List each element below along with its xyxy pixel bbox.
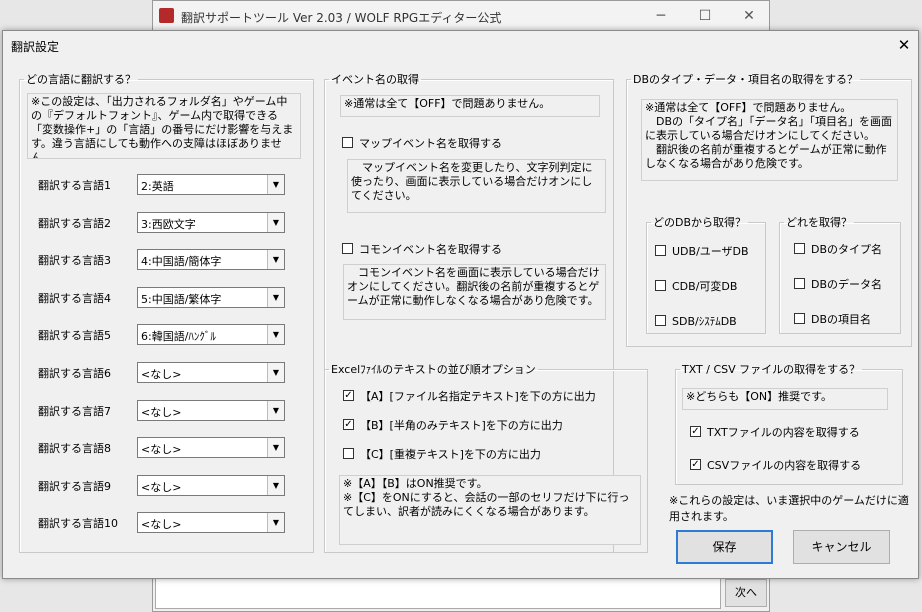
txt-csv-option-2-checkbox[interactable]: ✓ <box>690 459 701 470</box>
language-select-value: 6:韓国語/ﾊﾝｸﾞﾙ <box>141 330 216 344</box>
map-event-label[interactable]: マップイベント名を取得する <box>359 135 502 151</box>
chevron-down-icon[interactable]: ▼ <box>267 400 284 420</box>
map-event-note: マップイベント名を変更したり、文字列判定に使ったり、画面に表示している場合だけオ… <box>347 159 606 213</box>
cancel-button[interactable]: キャンセル <box>793 530 890 564</box>
language-row-label: 翻訳する言語9 <box>38 479 111 493</box>
excel-option-3-checkbox[interactable] <box>343 448 354 459</box>
db-item-3-label[interactable]: DBの項目名 <box>811 311 871 327</box>
event-group-legend: イベント名の取得 <box>331 73 419 86</box>
dialog-close-icon[interactable]: ✕ <box>893 34 915 56</box>
db-item-3-checkbox[interactable] <box>794 313 805 324</box>
chevron-down-icon[interactable]: ▼ <box>267 212 284 232</box>
language-select-9[interactable]: <なし> ▼ <box>137 474 285 496</box>
language-select-value: <なし> <box>141 405 182 419</box>
language-row-label: 翻訳する言語10 <box>38 517 118 531</box>
translation-settings-dialog: 翻訳設定 ✕ どの言語に翻訳する？ ※この設定は、「出力されるフォルダ名」やゲー… <box>2 30 919 579</box>
language-row-label: 翻訳する言語1 <box>38 179 111 192</box>
language-select-value: 3:西欧文字 <box>141 217 196 231</box>
txt-csv-option-2-label[interactable]: CSVファイルの内容を取得する <box>707 457 861 473</box>
txt-csv-option-1-checkbox[interactable]: ✓ <box>690 426 701 437</box>
dialog-title: 翻訳設定 <box>11 40 60 54</box>
db-item-2-checkbox[interactable] <box>794 278 805 289</box>
background-window-title: 翻訳サポートツール Ver 2.03 / WOLF RPGエディター公式 <box>181 11 502 25</box>
db-item-2-label[interactable]: DBのデータ名 <box>811 276 882 292</box>
excel-option-3-label[interactable]: 【C】[重複テキスト]を下の方に出力 <box>360 446 541 462</box>
next-button[interactable]: 次へ <box>725 579 767 607</box>
close-icon[interactable]: ✕ <box>739 7 759 25</box>
language-select-3[interactable]: 4:中国語/簡体字 ▼ <box>137 249 285 271</box>
db-source-1-label[interactable]: UDB/ユーザDB <box>672 243 749 259</box>
language-select-value: 5:中国語/繁体字 <box>141 292 222 306</box>
txt-csv-note: ※どちらも【ON】推奨です。 <box>682 388 888 410</box>
db-item-1-checkbox[interactable] <box>794 243 805 254</box>
minimize-icon[interactable]: ─ <box>651 7 671 25</box>
maximize-icon[interactable]: ☐ <box>695 7 715 25</box>
language-select-2[interactable]: 3:西欧文字 ▼ <box>137 211 285 233</box>
chevron-down-icon[interactable]: ▼ <box>267 363 284 382</box>
chevron-down-icon[interactable]: ▼ <box>267 287 284 307</box>
chevron-down-icon[interactable]: ▼ <box>267 325 284 345</box>
language-select-10[interactable]: <なし> ▼ <box>137 512 285 534</box>
common-event-label[interactable]: コモンイベント名を取得する <box>359 241 502 257</box>
txt-csv-legend: TXT / CSV ファイルの取得をする？ <box>682 363 861 376</box>
language-select-value: <なし> <box>141 368 182 381</box>
language-select-value: <なし> <box>141 480 182 494</box>
chevron-down-icon[interactable]: ▼ <box>267 175 284 194</box>
app-icon <box>159 8 174 23</box>
which-item-legend: どれを取得？ <box>786 216 852 229</box>
chevron-down-icon[interactable]: ▼ <box>267 250 284 270</box>
chevron-down-icon[interactable]: ▼ <box>267 475 284 495</box>
db-note: ※通常は全て【OFF】で問題ありません。 DBの「タイプ名」「データ名」「項目名… <box>641 99 898 181</box>
excel-group-legend: Excelﾌｧｲﾙのテキストの並び順オプション <box>331 363 536 376</box>
common-event-checkbox[interactable] <box>342 243 353 254</box>
language-select-1[interactable]: 2:英語 ▼ <box>137 174 285 195</box>
language-row-label: 翻訳する言語6 <box>38 367 111 380</box>
which-db-legend: どのDBから取得？ <box>653 216 747 229</box>
db-item-1-label[interactable]: DBのタイプ名 <box>811 241 882 257</box>
background-title-bar: 翻訳サポートツール Ver 2.03 / WOLF RPGエディター公式 ─ ☐… <box>153 1 769 32</box>
txt-csv-option-1-label[interactable]: TXTファイルの内容を取得する <box>707 424 860 440</box>
language-row-label: 翻訳する言語5 <box>38 329 111 343</box>
save-button[interactable]: 保存 <box>676 530 773 564</box>
language-select-8[interactable]: <なし> ▼ <box>137 437 285 459</box>
language-select-value: <なし> <box>141 443 182 457</box>
language-row-label: 翻訳する言語4 <box>38 291 111 305</box>
db-source-3-label[interactable]: SDB/ｼｽﾃﾑDB <box>672 313 737 329</box>
db-source-3-checkbox[interactable] <box>655 315 666 326</box>
excel-option-1-label[interactable]: 【A】[ファイル名指定テキスト]を下の方に出力 <box>360 388 596 404</box>
language-select-value: <なし> <box>141 518 182 532</box>
excel-option-2-checkbox[interactable]: ✓ <box>343 419 354 430</box>
chevron-down-icon[interactable]: ▼ <box>267 438 284 458</box>
language-group-legend: どの言語に翻訳する？ <box>26 73 136 86</box>
chevron-down-icon[interactable]: ▼ <box>267 513 284 533</box>
db-source-1-checkbox[interactable] <box>655 245 666 256</box>
language-select-7[interactable]: <なし> ▼ <box>137 399 285 421</box>
event-note: ※通常は全て【OFF】で問題ありません。 <box>340 95 600 117</box>
excel-option-1-checkbox[interactable]: ✓ <box>343 390 354 401</box>
db-source-2-label[interactable]: CDB/可変DB <box>672 278 737 294</box>
excel-option-2-label[interactable]: 【B】[半角のみテキスト]を下の方に出力 <box>360 417 563 433</box>
language-select-value: 2:英語 <box>141 180 174 193</box>
excel-note: ※【A】【B】はON推奨です。 ※【C】をONにすると、会話の一部のセリフだけ下… <box>339 475 641 545</box>
language-select-4[interactable]: 5:中国語/繁体字 ▼ <box>137 286 285 308</box>
background-text-area[interactable] <box>155 577 721 609</box>
language-row-label: 翻訳する言語3 <box>38 254 111 268</box>
language-row-label: 翻訳する言語2 <box>38 216 111 230</box>
common-event-note: コモンイベント名を画面に表示している場合だけオンにしてください。翻訳後の名前が重… <box>343 264 606 320</box>
db-group-legend: DBのタイプ・データ・項目名の取得をする？ <box>633 73 859 86</box>
footer-note: ※これらの設定は、いま選択中のゲームだけに適用されます。 <box>669 494 909 523</box>
language-select-value: 4:中国語/簡体字 <box>141 255 222 269</box>
language-select-5[interactable]: 6:韓国語/ﾊﾝｸﾞﾙ ▼ <box>137 324 285 346</box>
db-source-2-checkbox[interactable] <box>655 280 666 291</box>
language-select-6[interactable]: <なし> ▼ <box>137 362 285 383</box>
background-bottom-bar: 次へ <box>153 577 769 611</box>
language-note: ※この設定は、「出力されるフォルダ名」やゲーム中の『デフォルトフォント』、ゲーム… <box>27 93 301 159</box>
language-row-label: 翻訳する言語8 <box>38 442 111 456</box>
map-event-checkbox[interactable] <box>342 137 353 148</box>
language-row-label: 翻訳する言語7 <box>38 404 111 418</box>
